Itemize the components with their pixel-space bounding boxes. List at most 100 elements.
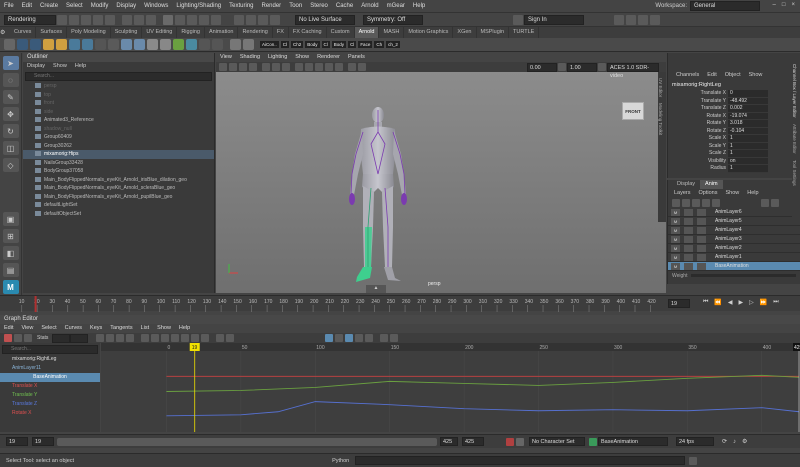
area-light-icon[interactable] [43, 39, 54, 50]
channel-attr-value[interactable]: 1 [728, 165, 768, 173]
outliner-item[interactable]: Animated3_Reference [23, 116, 214, 125]
outliner-menu-help[interactable]: Help [71, 62, 90, 71]
layer-solo-toggle[interactable] [684, 262, 693, 270]
shelf-tab-poly-modeling[interactable]: Poly Modeling [67, 27, 111, 38]
layer-solo-toggle[interactable] [684, 217, 693, 225]
curve-collector-icon[interactable] [134, 39, 145, 50]
shadows-icon[interactable] [335, 63, 343, 71]
fps-dropdown[interactable]: 24 fps [676, 437, 714, 446]
menu-file[interactable]: File [0, 0, 18, 13]
insert-key-icon[interactable] [14, 334, 22, 342]
snap-plane-icon[interactable] [211, 14, 221, 25]
shelf-button-8[interactable]: Ch [374, 41, 385, 48]
layer-icon-c[interactable] [692, 199, 700, 207]
normalize-icon[interactable] [325, 334, 334, 342]
shelf-button-6[interactable]: Cl [348, 41, 357, 48]
shelf-button-4[interactable]: Cl [321, 41, 330, 48]
texture-icon[interactable] [173, 39, 184, 50]
dope-sheet-icon[interactable] [380, 334, 389, 342]
shelf-tab-animation[interactable]: Animation [205, 27, 239, 38]
layer-mute-toggle[interactable]: M [671, 226, 680, 234]
graph-menu-curves[interactable]: Curves [61, 324, 86, 333]
shelf-tab-custom[interactable]: Custom [327, 27, 355, 38]
shelf-tab-motion-graphics[interactable]: Motion Graphics [404, 27, 454, 38]
anim-layer-row[interactable]: M AnimLayer4 [668, 226, 800, 235]
camera-select-icon[interactable] [219, 63, 227, 71]
minimize-icon[interactable]: – [773, 2, 776, 8]
layer-lock-toggle[interactable] [697, 262, 706, 270]
layer-lock-toggle[interactable] [697, 244, 706, 252]
channel-box-tab[interactable]: Channel Box / Layer Editor [792, 60, 797, 118]
rotate-tool-icon[interactable]: ↻ [2, 124, 19, 138]
shelf-tab-fx[interactable]: FX [273, 27, 289, 38]
anim-layer-row[interactable]: M AnimLayer5 [668, 217, 800, 226]
new-scene-icon[interactable] [57, 14, 67, 25]
scale-tool-icon[interactable]: ◫ [2, 141, 19, 155]
script-editor-icon[interactable] [689, 456, 698, 465]
arnold-render-icon[interactable] [17, 39, 28, 50]
layer-solo-toggle[interactable] [684, 253, 693, 261]
pick-mask-icon[interactable] [163, 14, 173, 25]
camera-attr-icon[interactable] [229, 63, 237, 71]
tool-settings-tab[interactable]: Tool Settings [792, 154, 797, 186]
graph-menu-tangents[interactable]: Tangents [106, 324, 136, 333]
outliner-layout-icon[interactable]: ▤ [2, 263, 19, 277]
curve-list-item[interactable]: BaseAnimation [0, 373, 100, 382]
aov-icon[interactable] [186, 39, 197, 50]
outliner-menu-display[interactable]: Display [23, 62, 49, 71]
step-back-key-icon[interactable]: ⏪ [714, 299, 721, 306]
graph-menu-view[interactable]: View [17, 324, 37, 333]
menu-modify[interactable]: Modify [87, 0, 113, 13]
plateau-tangent-icon[interactable] [201, 334, 210, 342]
channel-attr-value[interactable]: 3.018 [728, 120, 768, 128]
layer-icon-b[interactable] [682, 199, 690, 207]
skydome-light-icon[interactable] [56, 39, 67, 50]
shelf-button-1[interactable]: Cl [280, 41, 290, 48]
outliner-item[interactable]: persp [23, 82, 214, 91]
channel-menu-object[interactable]: Object [721, 71, 745, 80]
channel-attr-value[interactable]: 0.002 [728, 105, 768, 113]
break-tangent-icon[interactable] [216, 334, 225, 342]
layer-menu-layers[interactable]: Layers [670, 189, 695, 198]
center-current-icon[interactable] [126, 334, 135, 342]
two-view-icon[interactable]: ◧ [2, 246, 19, 260]
graph-search-input[interactable]: Search... [2, 345, 98, 354]
start-frame-field[interactable]: 19 [6, 437, 28, 446]
layer-menu-show[interactable]: Show [721, 189, 743, 198]
graph-menu-keys[interactable]: Keys [86, 324, 106, 333]
graph-menu-select[interactable]: Select [37, 324, 60, 333]
arnold-ipr-icon[interactable] [30, 39, 41, 50]
eye-icon[interactable] [230, 39, 241, 50]
menu-stereo[interactable]: Stereo [306, 0, 332, 13]
shelf-tab-uv-editing[interactable]: UV Editing [142, 27, 178, 38]
menu-arnold[interactable]: Arnold [357, 0, 382, 13]
select-tool-icon[interactable]: ➤ [2, 56, 19, 70]
menu-create[interactable]: Create [36, 0, 62, 13]
curve-list-item[interactable]: Translate Z [0, 400, 100, 409]
channel-attr-row[interactable]: Radius 1 [668, 165, 800, 173]
graph-menu-show[interactable]: Show [153, 324, 175, 333]
layer-tab-display[interactable]: Display [672, 180, 700, 189]
channel-attr-row[interactable]: Rotate Y 3.018 [668, 120, 800, 128]
menu-cache[interactable]: Cache [332, 0, 357, 13]
hypershade-icon[interactable] [270, 14, 280, 25]
audio-icon[interactable]: ♪ [733, 439, 736, 445]
channel-attr-row[interactable]: Visibility on [668, 157, 800, 165]
photometric-light-icon[interactable] [82, 39, 93, 50]
viewport-expand-icon[interactable]: ▲ [366, 285, 386, 293]
go-end-icon[interactable]: ⏭ [773, 299, 778, 306]
open-scene-icon[interactable] [69, 14, 79, 25]
end-frame-field[interactable]: 425 [462, 437, 484, 446]
key-tool-icon[interactable] [4, 334, 12, 342]
time-slider[interactable]: 10 20 30 40 50 60 70 80 90 100 110 120 130 140 150 160 1… [0, 295, 800, 312]
curve-list-item[interactable]: AnimLayer11 [0, 364, 100, 373]
anim-layer-row[interactable]: M AnimLayer1 [668, 253, 800, 262]
viewport-3d[interactable]: 0.00 1.00 ACES 1.0 SDR-video FRONT persp… [216, 62, 666, 293]
outliner-item[interactable]: side [23, 108, 214, 117]
outliner-item[interactable]: top [23, 91, 214, 100]
layer-tab-anim[interactable]: Anim [700, 180, 723, 189]
layer-mute-toggle[interactable]: M [671, 208, 680, 216]
step-forward-key-icon[interactable]: ⏩ [760, 299, 767, 306]
tool-settings-icon[interactable] [638, 14, 648, 25]
step-back-icon[interactable]: ◀ [728, 299, 733, 306]
